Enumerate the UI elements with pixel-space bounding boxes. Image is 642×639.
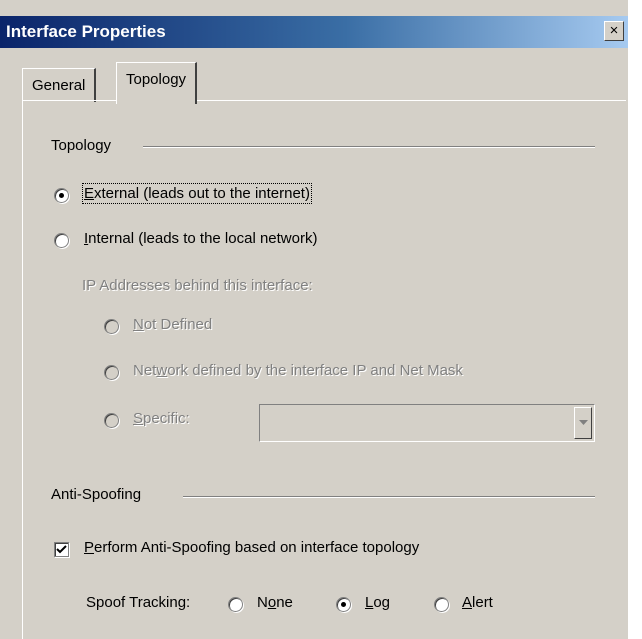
external-radio[interactable]	[54, 188, 69, 203]
spoof-tracking-none-radio[interactable]	[228, 597, 243, 612]
anti-spoofing-group-label: Anti-Spoofing	[51, 486, 142, 503]
external-radio-dot	[59, 193, 64, 198]
interface-properties-dialog: Interface Properties × General Topology …	[0, 0, 628, 639]
internal-label[interactable]: Internal (leads to the local network)	[84, 230, 317, 247]
chevron-down-icon	[579, 420, 588, 425]
network-defined-radio[interactable]	[104, 365, 119, 380]
topology-group-label: Topology	[51, 137, 112, 154]
tab-topology-label: Topology	[126, 71, 187, 88]
spoof-tracking-none-label[interactable]: None	[257, 594, 293, 611]
anti-spoofing-group-divider	[183, 496, 595, 498]
tab-topology[interactable]: Topology	[116, 62, 198, 104]
spoof-tracking-log-label[interactable]: Log	[365, 594, 390, 611]
close-button[interactable]: ×	[604, 21, 624, 41]
spoof-tracking-alert-label[interactable]: Alert	[462, 594, 493, 611]
spoof-tracking-label: Spoof Tracking:	[86, 594, 191, 611]
checkmark-icon	[56, 545, 67, 554]
ip-addresses-heading: IP Addresses behind this interface:	[82, 277, 313, 294]
title-bar[interactable]: Interface Properties ×	[0, 16, 628, 48]
external-label[interactable]: External (leads out to the internet)	[82, 183, 312, 204]
tab-general[interactable]: General	[22, 68, 97, 102]
topology-group-divider	[143, 146, 595, 148]
specific-radio[interactable]	[104, 413, 119, 428]
dropdown-arrow-button[interactable]	[574, 407, 592, 439]
perform-anti-spoofing-checkbox[interactable]	[54, 542, 69, 557]
network-defined-label[interactable]: Network defined by the interface IP and …	[133, 362, 463, 379]
not-defined-radio[interactable]	[104, 319, 119, 334]
not-defined-label[interactable]: Not Defined	[133, 316, 212, 333]
spoof-tracking-alert-radio[interactable]	[434, 597, 449, 612]
spoof-tracking-log-radio[interactable]	[336, 597, 351, 612]
window-title: Interface Properties	[6, 22, 166, 41]
internal-radio[interactable]	[54, 233, 69, 248]
close-icon: ×	[609, 22, 619, 39]
specific-dropdown[interactable]	[259, 404, 595, 442]
spoof-tracking-log-dot	[341, 602, 346, 607]
specific-label[interactable]: Specific:	[133, 410, 190, 427]
perform-anti-spoofing-label[interactable]: Perform Anti-Spoofing based on interface…	[84, 539, 419, 556]
tab-general-label: General	[32, 77, 86, 94]
